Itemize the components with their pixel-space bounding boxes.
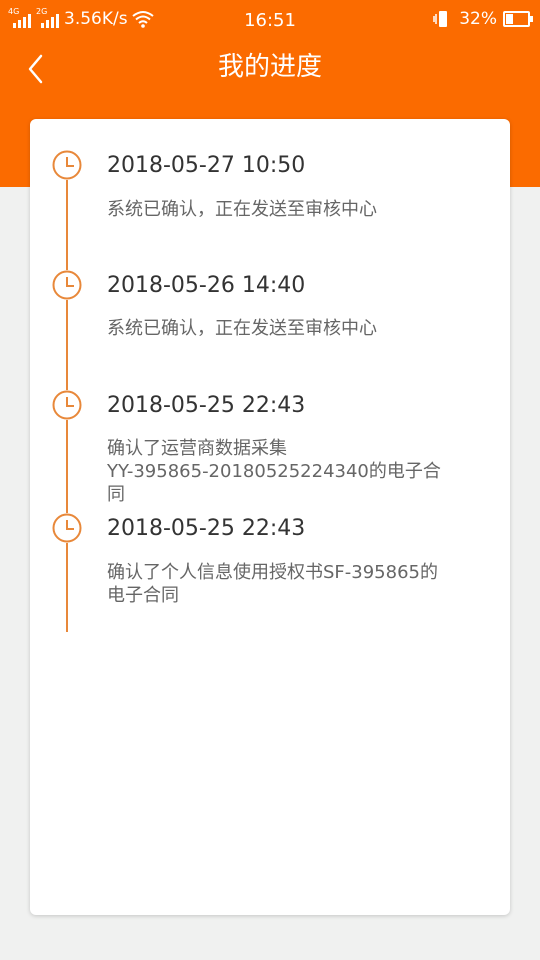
entry-time: 2018-05-26 14:40 [107,273,306,298]
progress-card: 2018-05-27 10:50 系统已确认，正在发送至审核中心 2018-05… [30,119,510,915]
entry-time: 2018-05-27 10:50 [107,153,306,178]
page-title: 我的进度 [217,52,322,82]
battery-icon [503,11,533,27]
entry-description: 系统已确认，正在发送至审核中心 [107,199,377,220]
entry-description-line: 确认了运营商数据采集 [107,438,287,459]
entry-time: 2018-05-25 22:43 [107,393,306,418]
clock-icon [52,513,82,543]
entry-description: 确认了个人信息使用授权书SF-395865的 电子合同 [107,561,487,607]
nav-bar: 我的进度 [0,40,540,96]
vibrate-icon [433,11,448,27]
clock-icon [52,150,82,180]
entry-description-line: 电子合同 [107,585,179,606]
entry-description: 系统已确认，正在发送至审核中心 [107,318,377,339]
clock-icon [52,390,82,420]
entry-time: 2018-05-25 22:43 [107,516,306,541]
entry-description-line: YY-395865-20180525224340的电子合 [107,461,441,482]
clock-icon [52,270,82,300]
entry-description-line: 同 [107,484,125,505]
entry-description: 确认了运营商数据采集 YY-395865-20180525224340的电子合 … [107,437,487,506]
status-bar: 4G 2G 3.56K/s 16:51 32% [0,0,540,40]
battery-percent: 32% [459,9,497,29]
entry-description-line: 确认了个人信息使用授权书SF-395865的 [107,562,438,583]
